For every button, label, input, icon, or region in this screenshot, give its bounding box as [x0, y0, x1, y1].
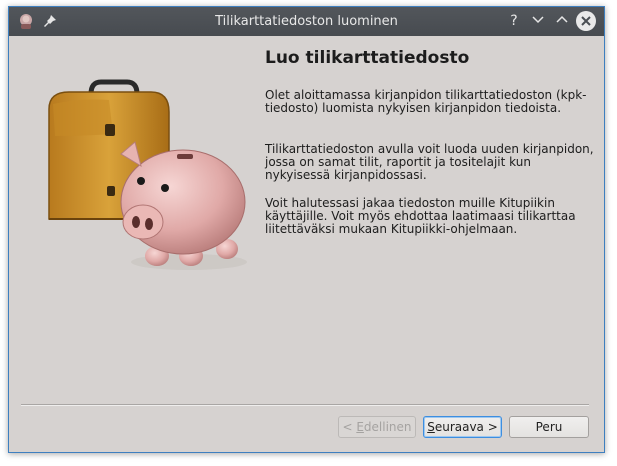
help-button[interactable]: ?	[505, 12, 523, 30]
back-button-prefix: <	[342, 420, 357, 434]
next-button-label: euraava >	[434, 420, 498, 434]
intro-paragraph: Olet aloittamassa kirjanpidon tilikartta…	[265, 88, 587, 115]
dialog-window: Tilikarttatiedoston luominen ? Luo tilik…	[8, 6, 605, 453]
sharing-paragraph: Voit halutessasi jakaa tiedoston muille …	[265, 196, 576, 236]
next-button[interactable]: Seuraava >	[423, 416, 502, 438]
cancel-button[interactable]: Peru	[509, 416, 589, 438]
page-title: Luo tilikarttatiedosto	[265, 48, 470, 68]
chevron-up-icon	[556, 15, 568, 23]
next-button-mnemonic: S	[427, 420, 435, 434]
title-bar[interactable]: Tilikarttatiedoston luominen ?	[9, 7, 604, 36]
minimize-button[interactable]	[529, 12, 547, 30]
back-button[interactable]: < Edellinen	[338, 416, 416, 438]
chevron-down-icon	[532, 16, 544, 24]
button-separator	[21, 404, 589, 406]
wizard-page: Luo tilikarttatiedosto Olet aloittamassa…	[9, 36, 604, 452]
piggy-bank-briefcase-illustration	[48, 79, 247, 270]
back-button-label: dellinen	[363, 420, 412, 434]
back-button-mnemonic: E	[356, 420, 364, 434]
close-icon	[581, 16, 591, 26]
description-paragraph: Tilikarttatiedoston avulla voit luoda uu…	[265, 142, 594, 182]
maximize-button[interactable]	[553, 12, 571, 30]
close-button[interactable]	[576, 11, 596, 31]
